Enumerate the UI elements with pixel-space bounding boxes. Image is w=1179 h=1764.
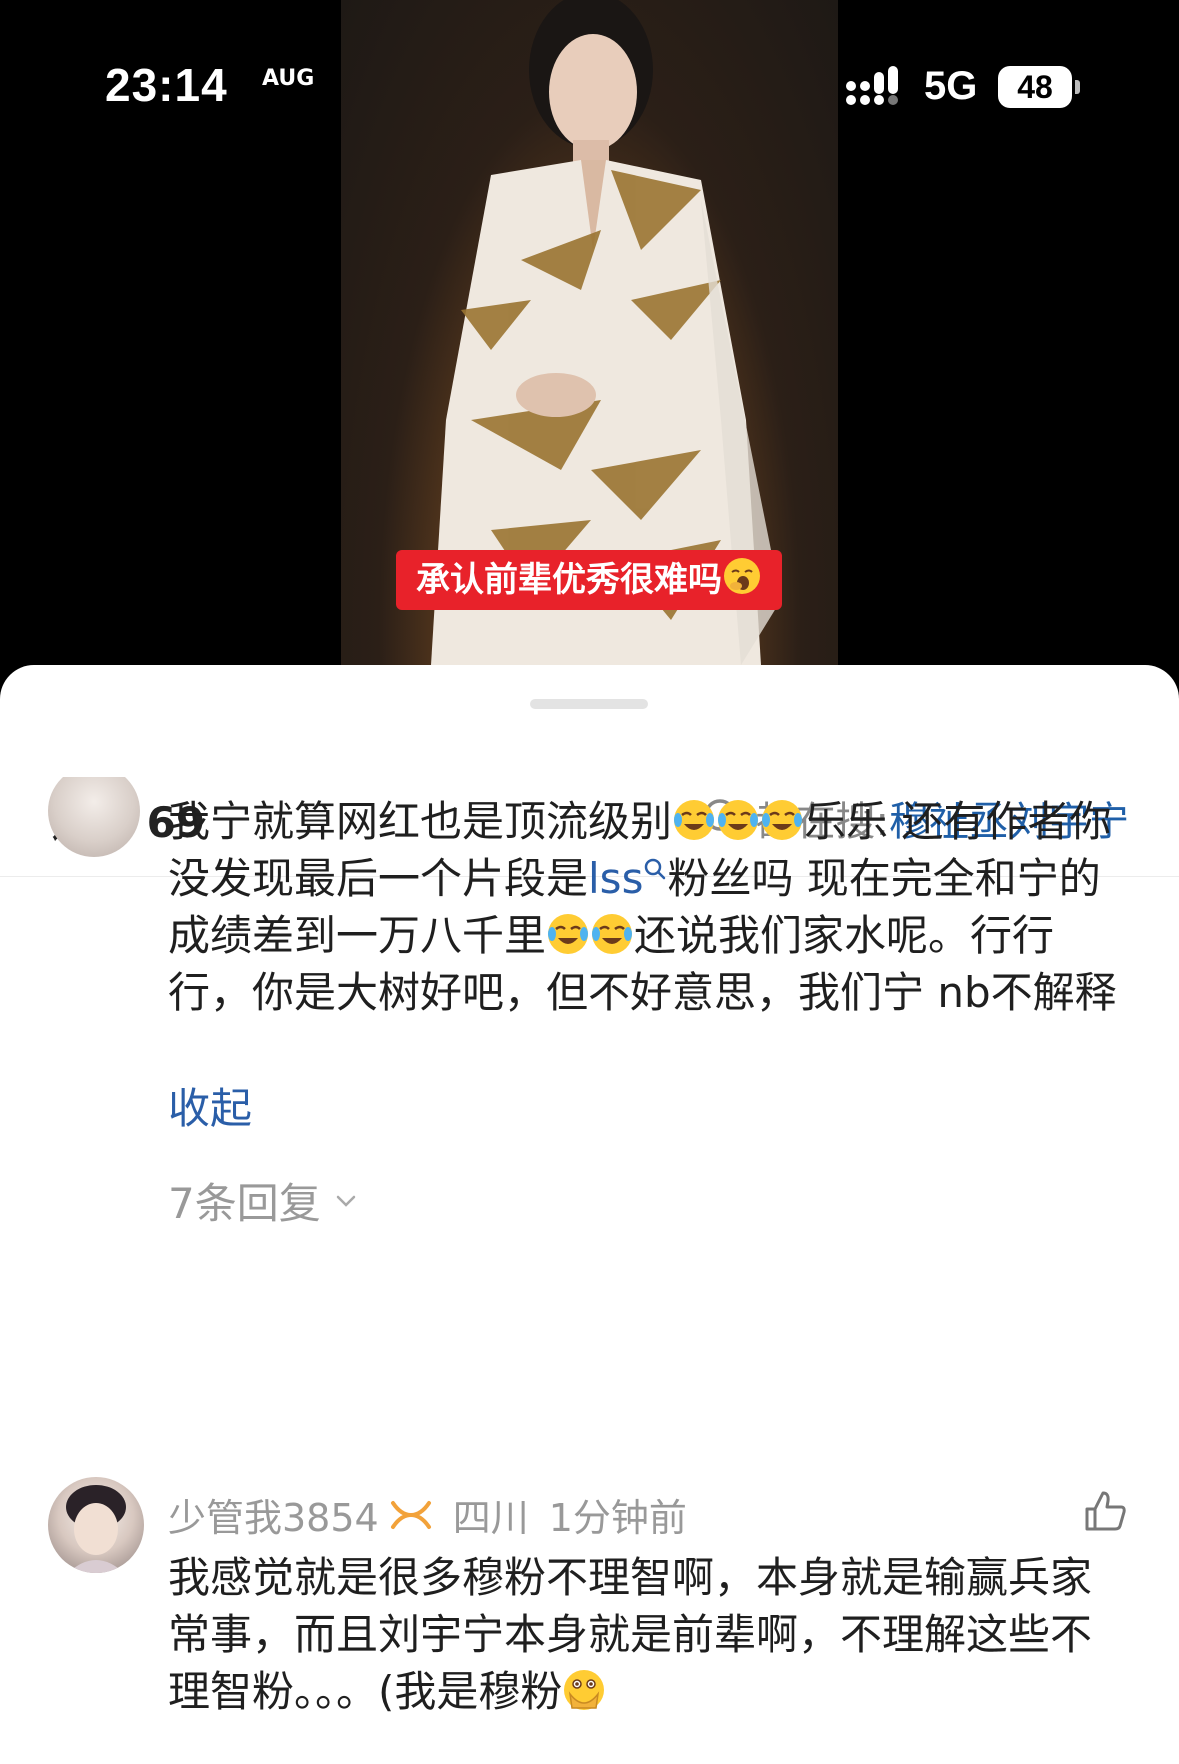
battery-indicator: 48 bbox=[998, 66, 1072, 108]
topic-search-link[interactable]: lss bbox=[588, 854, 667, 903]
video-player[interactable]: 承认前辈优秀很难吗 23:14 AUG 5G 48 bbox=[0, 0, 1179, 700]
cellular-signal-icon bbox=[846, 66, 898, 105]
search-icon bbox=[645, 858, 666, 880]
avatar[interactable] bbox=[48, 1477, 144, 1573]
avatar[interactable] bbox=[48, 777, 140, 857]
username[interactable]: 少管我3854 bbox=[168, 1487, 379, 1542]
comment-body: 我宁就算网红也是顶流级别 乐乐 还有作者你没发现最后一个片段是lss 粉丝吗 现在完… bbox=[168, 797, 1117, 1017]
tears-of-joy-emoji-icon bbox=[548, 914, 589, 954]
tears-of-joy-emoji-icon bbox=[762, 800, 803, 840]
tears-of-joy-emoji-icon bbox=[718, 800, 759, 840]
thumbs-up-icon[interactable] bbox=[1081, 1487, 1129, 1535]
fan-badge-icon bbox=[390, 1500, 431, 1529]
face-with-open-eyes-hand-over-mouth-emoji-icon bbox=[564, 1670, 605, 1710]
tears-of-joy-emoji-icon bbox=[592, 914, 633, 954]
network-type: 5G bbox=[924, 64, 978, 108]
sheet-drag-handle[interactable] bbox=[530, 699, 648, 709]
yawning-face-emoji-icon bbox=[724, 558, 760, 594]
view-replies-button[interactable]: 7条回复 bbox=[168, 1170, 359, 1231]
comment-body: 我感觉就是很多穆粉不理智啊，本身就是输赢兵家常事，而且刘宇宁本身就是前辈啊，不理… bbox=[168, 1553, 1093, 1716]
replies-count: 7条回复 bbox=[168, 1179, 321, 1228]
status-activity-badge: AUG bbox=[262, 66, 315, 91]
comments-sheet: 评论 69 都在搜: 穆祉丞刘宇宁 我宁就算网红也是顶流级别乐乐 还有作者你没发… bbox=[0, 665, 1179, 1764]
status-time: 23:14 bbox=[105, 59, 228, 111]
avatar-image bbox=[66, 1485, 126, 1573]
chevron-down-icon bbox=[336, 1195, 355, 1207]
battery-tip bbox=[1075, 80, 1080, 94]
collapse-button[interactable]: 收起 bbox=[168, 1075, 252, 1136]
comments-list[interactable]: 我宁就算网红也是顶流级别 乐乐 还有作者你没发现最后一个片段是lss 粉丝吗 现在完… bbox=[0, 777, 1179, 1764]
tears-of-joy-emoji-icon bbox=[674, 800, 715, 840]
comment-meta: 少管我3854 四川 1分钟前 bbox=[168, 1487, 687, 1542]
video-caption: 承认前辈优秀很难吗 bbox=[396, 550, 782, 610]
comment-time: 1分钟前 bbox=[548, 1496, 687, 1540]
comment-location: 四川 bbox=[452, 1496, 529, 1540]
